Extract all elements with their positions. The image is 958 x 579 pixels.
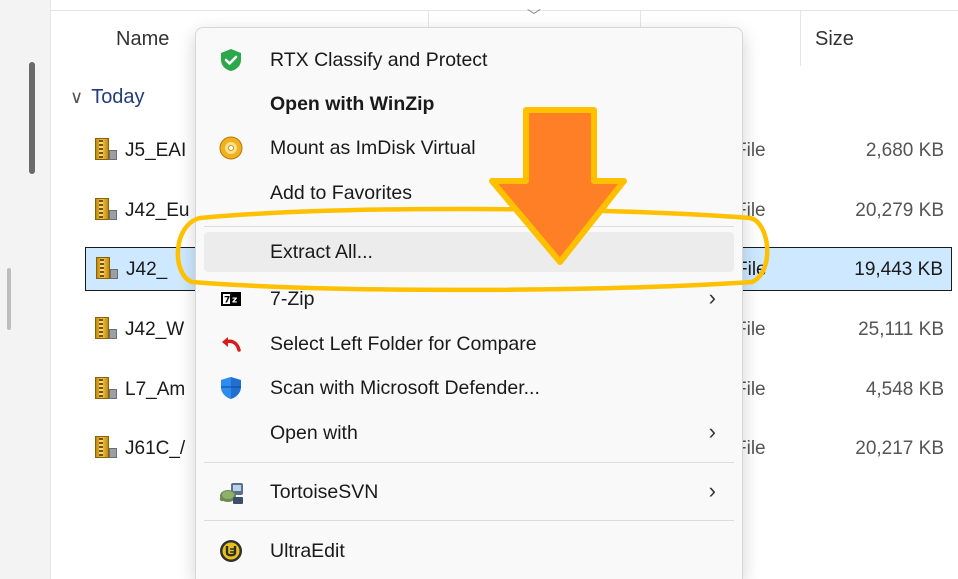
menu-item-label: TortoiseSVN (270, 481, 379, 503)
chevron-right-icon: › (708, 478, 716, 503)
zip-archive-icon (95, 377, 117, 399)
menu-item-label: Add to Favorites (270, 182, 412, 204)
menu-item-label: Open with (270, 422, 358, 444)
group-header-today[interactable]: ∨ Today (70, 86, 145, 109)
tortoisesvn-icon (219, 480, 243, 504)
file-size: 20,279 KB (855, 200, 944, 221)
column-header-name[interactable]: Name (116, 28, 169, 51)
menu-item-label: Open with WinZip (270, 93, 435, 115)
menu-item-select-left-folder[interactable]: Select Left Folder for Compare (204, 324, 734, 364)
disc-icon (219, 136, 243, 160)
menu-item-label: Select Left Folder for Compare (270, 333, 537, 355)
menu-item-label: UltraEdit (270, 540, 345, 562)
zip-archive-icon (96, 257, 118, 279)
menu-item-7zip[interactable]: 7z 7-Zip › (204, 279, 734, 319)
column-separator[interactable] (800, 11, 801, 66)
context-menu: RTX Classify and Protect Open with WinZi… (195, 27, 743, 579)
file-name: J42_Eu (125, 200, 190, 221)
menu-item-open-with[interactable]: Open with › (204, 413, 734, 453)
zip-archive-icon (95, 317, 117, 339)
group-label: Today (91, 86, 145, 108)
pane-resize-handle[interactable] (7, 268, 11, 330)
file-size: 25,111 KB (858, 319, 944, 340)
chevron-right-icon: › (708, 419, 716, 444)
compare-arrow-icon (219, 332, 243, 356)
menu-item-label: Mount as ImDisk Virtual (270, 137, 476, 159)
file-name: J61C_/ (125, 438, 186, 459)
file-size: 19,443 KB (854, 259, 943, 280)
column-header-size[interactable]: Size (815, 28, 854, 51)
menu-item-scan-defender[interactable]: Scan with Microsoft Defender... (204, 368, 734, 408)
menu-item-add-to-favorites[interactable]: Add to Favorites (204, 173, 734, 213)
menu-item-mount-imdisk[interactable]: Mount as ImDisk Virtual (204, 128, 734, 168)
zip-archive-icon (95, 436, 117, 458)
navigation-scrollbar[interactable] (29, 62, 35, 174)
menu-item-open-with-winzip[interactable]: Open with WinZip (204, 84, 734, 124)
file-name: J5_EAI (125, 140, 187, 161)
chevron-right-icon: › (708, 285, 716, 310)
menu-item-label: 7-Zip (270, 288, 315, 310)
menu-item-tortoisesvn[interactable]: TortoiseSVN › (204, 472, 734, 512)
menu-item-label: Extract All... (270, 241, 373, 263)
svg-text:z: z (232, 296, 237, 306)
svg-text:7: 7 (224, 296, 230, 306)
menu-separator (204, 520, 734, 521)
defender-shield-icon (219, 376, 243, 400)
sevenzip-icon: 7z (219, 287, 243, 311)
zip-archive-icon (95, 138, 117, 160)
menu-item-ultraedit[interactable]: UltraEdit (204, 531, 734, 571)
file-size: 4,548 KB (865, 379, 944, 400)
file-size: 20,217 KB (855, 438, 944, 459)
zip-archive-icon (95, 198, 117, 220)
file-name: L7_Am (125, 379, 186, 400)
menu-item-label: Scan with Microsoft Defender... (270, 377, 540, 399)
ultraedit-icon (219, 539, 243, 563)
menu-separator (204, 462, 734, 463)
shield-check-icon (219, 48, 243, 72)
menu-item-label: RTX Classify and Protect (270, 49, 488, 71)
menu-separator (204, 226, 734, 227)
sort-indicator-icon: ﹀ (527, 8, 541, 24)
menu-item-rtx-classify[interactable]: RTX Classify and Protect (204, 40, 734, 80)
file-name: J42_ (126, 259, 168, 280)
file-size: 2,680 KB (865, 140, 944, 161)
file-name: J42_W (125, 319, 185, 340)
column-header-border (50, 10, 958, 11)
chevron-down-icon: ∨ (70, 87, 84, 107)
menu-item-extract-all[interactable]: Extract All... (204, 232, 734, 272)
